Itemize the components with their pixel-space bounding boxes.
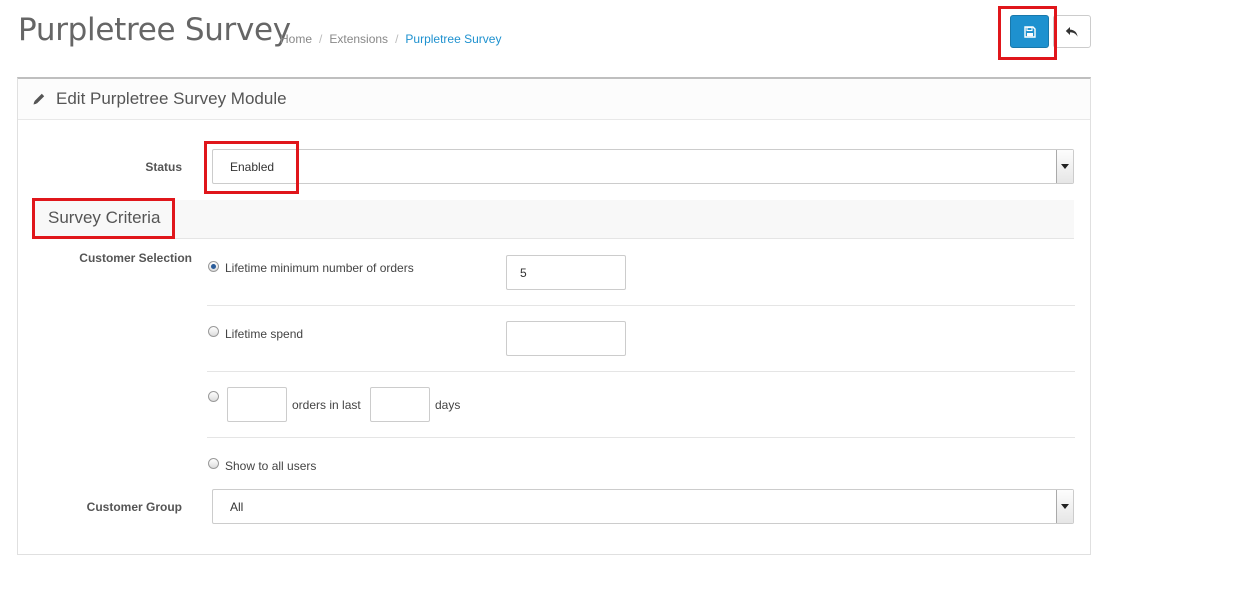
- min-orders-input[interactable]: 5: [506, 255, 626, 290]
- divider: [207, 305, 1075, 306]
- pencil-icon: [33, 93, 45, 105]
- days-label: days: [435, 398, 461, 412]
- status-select-value: Enabled: [230, 159, 275, 174]
- breadcrumb-separator: /: [395, 32, 399, 46]
- panel-title: Edit Purpletree Survey Module: [56, 89, 287, 108]
- orders-count-input[interactable]: [227, 387, 287, 422]
- status-label: Status: [145, 160, 182, 174]
- divider: [207, 437, 1075, 438]
- lifetime-spend-label: Lifetime spend: [225, 327, 304, 341]
- section-legend: [34, 200, 1074, 239]
- breadcrumb-separator: /: [319, 32, 323, 46]
- breadcrumb-home[interactable]: Home: [280, 32, 312, 46]
- breadcrumb-extensions[interactable]: Extensions: [329, 32, 388, 46]
- chevron-down-icon[interactable]: [1056, 490, 1073, 523]
- floppy-disk-icon: [1023, 25, 1036, 38]
- reply-arrow-icon: [1065, 26, 1078, 37]
- panel-heading: Edit Purpletree Survey Module: [18, 79, 1090, 120]
- chevron-down-icon[interactable]: [1056, 150, 1073, 183]
- breadcrumb: Home / Extensions / Purpletree Survey: [280, 32, 501, 46]
- lifetime-spend-input[interactable]: [506, 321, 626, 356]
- section-title: Survey Criteria: [48, 208, 161, 227]
- divider: [207, 371, 1075, 372]
- radio-min-orders[interactable]: [208, 261, 219, 272]
- days-count-input[interactable]: [370, 387, 430, 422]
- radio-show-all-users[interactable]: [208, 458, 219, 469]
- save-button[interactable]: [1010, 15, 1049, 48]
- show-all-users-label: Show to all users: [225, 459, 317, 473]
- customer-selection-label: Customer Selection: [79, 251, 192, 265]
- breadcrumb-current[interactable]: Purpletree Survey: [405, 32, 501, 46]
- orders-in-last-label: orders in last: [292, 398, 361, 412]
- status-select[interactable]: Enabled: [212, 149, 1074, 184]
- customer-group-select[interactable]: All: [212, 489, 1074, 524]
- customer-group-label: Customer Group: [86, 500, 182, 514]
- radio-lifetime-spend[interactable]: [208, 326, 219, 337]
- radio-orders-in-days[interactable]: [208, 391, 219, 402]
- customer-group-value: All: [230, 499, 244, 514]
- page-title: Purpletree Survey: [18, 12, 291, 48]
- min-orders-label: Lifetime minimum number of orders: [225, 261, 414, 275]
- back-button[interactable]: [1053, 15, 1091, 48]
